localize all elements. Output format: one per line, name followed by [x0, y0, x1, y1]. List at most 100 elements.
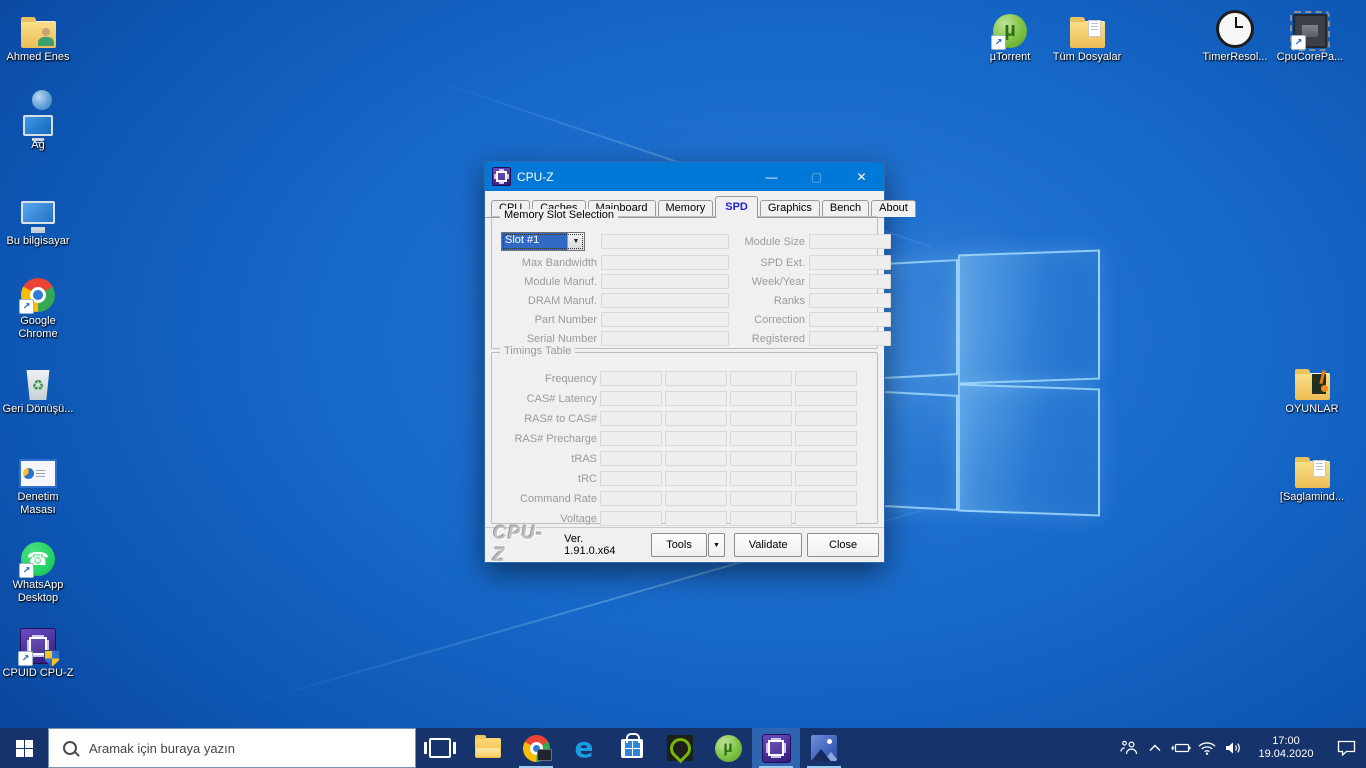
user-folder-icon [21, 21, 56, 48]
timing-cell [600, 471, 662, 486]
taskbar-chrome[interactable] [512, 728, 560, 768]
desktop-icon-label: Denetim Masası [0, 491, 76, 517]
desktop-icon-whatsapp[interactable]: ☎ ↗ WhatsApp Desktop [0, 534, 76, 605]
battery-charging-icon[interactable] [1168, 728, 1194, 768]
start-button[interactable] [0, 728, 48, 768]
serial-number-field [601, 331, 729, 346]
minimize-button[interactable]: — [749, 162, 794, 191]
desktop-icon-cpu-core-parking[interactable]: ↗ CpuCorePa... [1272, 6, 1348, 64]
tab-memory[interactable]: Memory [658, 200, 714, 217]
timing-cell [665, 371, 727, 386]
timing-cell [795, 391, 857, 406]
slot-selector-dropdown[interactable]: Slot #1 ▼ [501, 232, 585, 251]
uac-shield-icon [44, 650, 60, 667]
registered-field [809, 331, 891, 346]
games-folder-icon [1295, 373, 1330, 400]
validate-button[interactable]: Validate [734, 533, 802, 557]
close-button[interactable]: ✕ [839, 162, 884, 191]
timing-cell [730, 431, 792, 446]
windows-logo-pane [958, 384, 1100, 517]
timing-row-label: Frequency [501, 373, 597, 385]
taskbar-search-box[interactable] [48, 728, 416, 768]
desktop-icon-user-folder[interactable]: Ahmed Enes [0, 6, 76, 64]
group-title: Timings Table [500, 345, 575, 357]
desktop-icon-label: Tüm Dosyalar [1053, 51, 1121, 64]
desktop-icon-cpuz[interactable]: ↗ CPUID CPU-Z [0, 622, 76, 680]
timing-cell [665, 451, 727, 466]
taskbar-photos[interactable] [800, 728, 848, 768]
desktop-icon-label: Google Chrome [0, 315, 76, 341]
timing-cell [795, 431, 857, 446]
chrome-thumbnail-badge [537, 749, 552, 761]
people-icon[interactable] [1116, 728, 1142, 768]
desktop-icon-oyunlar[interactable]: OYUNLAR [1274, 358, 1350, 416]
this-pc-icon [21, 201, 55, 224]
edge-icon: e [575, 734, 594, 762]
system-tray: 17:00 19.04.2020 [1116, 728, 1366, 768]
tools-button[interactable]: Tools [651, 533, 706, 557]
version-text: Ver. 1.91.0.x64 [564, 533, 635, 557]
timing-row-label: Command Rate [501, 493, 597, 505]
timings-table-group: Timings Table Frequency CAS# Latency RAS… [491, 352, 878, 524]
desktop-icon-recycle-bin[interactable]: ♻ Geri Dönüşü... [0, 358, 76, 416]
hidden-icons-chevron[interactable] [1142, 728, 1168, 768]
desktop-icon-saglamindir[interactable]: [Saglamind... [1274, 446, 1350, 504]
desktop-icon-tum-dosyalar[interactable]: Tüm Dosyalar [1049, 6, 1125, 64]
chevron-down-icon[interactable]: ▼ [567, 233, 584, 250]
tray-clock[interactable]: 17:00 19.04.2020 [1250, 735, 1322, 761]
taskbar-file-explorer[interactable] [464, 728, 512, 768]
tab-graphics[interactable]: Graphics [760, 200, 820, 217]
taskbar: e µ [0, 728, 1366, 768]
desktop-icon-label: [Saglamind... [1280, 491, 1344, 504]
desktop-icon-label: Ahmed Enes [7, 51, 70, 64]
control-panel-icon [19, 459, 57, 488]
field-label: Week/Year [733, 276, 805, 288]
desktop-icon-label: µTorrent [990, 51, 1031, 64]
desktop-icon-label: OYUNLAR [1285, 403, 1338, 416]
field-label: Registered [733, 333, 805, 345]
timing-cell [665, 511, 727, 526]
maximize-button: ▢ [794, 162, 839, 191]
taskbar-utorrent[interactable]: µ [704, 728, 752, 768]
tab-spd[interactable]: SPD [715, 196, 758, 218]
tab-bench[interactable]: Bench [822, 200, 869, 217]
timing-cell [730, 371, 792, 386]
taskbar-edge[interactable]: e [560, 728, 608, 768]
close-window-button[interactable]: Close [807, 533, 879, 557]
timing-cell [600, 511, 662, 526]
desktop-icon-label: Geri Dönüşü... [3, 403, 74, 416]
taskbar-microsoft-store[interactable] [608, 728, 656, 768]
volume-icon[interactable] [1220, 728, 1246, 768]
field-label: Max Bandwidth [501, 257, 597, 269]
window-titlebar[interactable]: CPU-Z — ▢ ✕ [485, 162, 884, 191]
search-input[interactable] [87, 740, 331, 757]
timing-cell [600, 431, 662, 446]
timing-cell [600, 411, 662, 426]
desktop-icon-control-panel[interactable]: Denetim Masası [0, 446, 76, 517]
action-center-button[interactable] [1326, 728, 1366, 768]
desktop-icon-this-pc[interactable]: Bu bilgisayar [0, 182, 76, 248]
recycle-bin-icon: ♻ [25, 370, 51, 400]
utorrent-icon: µ [715, 735, 742, 762]
cpuz-window: CPU-Z — ▢ ✕ CPU Caches Mainboard Memory … [484, 161, 885, 563]
desktop-icon-network[interactable]: Ağ [0, 94, 76, 152]
timing-cell [795, 451, 857, 466]
taskbar-cpuz-active[interactable] [752, 728, 800, 768]
wifi-icon[interactable] [1194, 728, 1220, 768]
field-label: Module Manuf. [501, 276, 597, 288]
desktop-icon-chrome[interactable]: ↗ Google Chrome [0, 270, 76, 341]
desktop-icon-utorrent[interactable]: µ ↗ µTorrent [972, 6, 1048, 64]
windows-logo-icon [16, 740, 33, 757]
spd-ext-field [809, 255, 891, 270]
timing-cell [730, 391, 792, 406]
cpuz-icon [762, 734, 791, 763]
timing-cell [795, 471, 857, 486]
desktop-icon-timer-resolution[interactable]: TimerResol... [1197, 6, 1273, 64]
timing-row-label: tRC [501, 473, 597, 485]
taskbar-nvidia[interactable] [656, 728, 704, 768]
tools-dropdown-arrow[interactable]: ▼ [708, 533, 726, 557]
tab-about[interactable]: About [871, 200, 916, 217]
task-view-button[interactable] [416, 728, 464, 768]
timing-cell [795, 411, 857, 426]
shortcut-arrow-icon: ↗ [18, 651, 33, 666]
